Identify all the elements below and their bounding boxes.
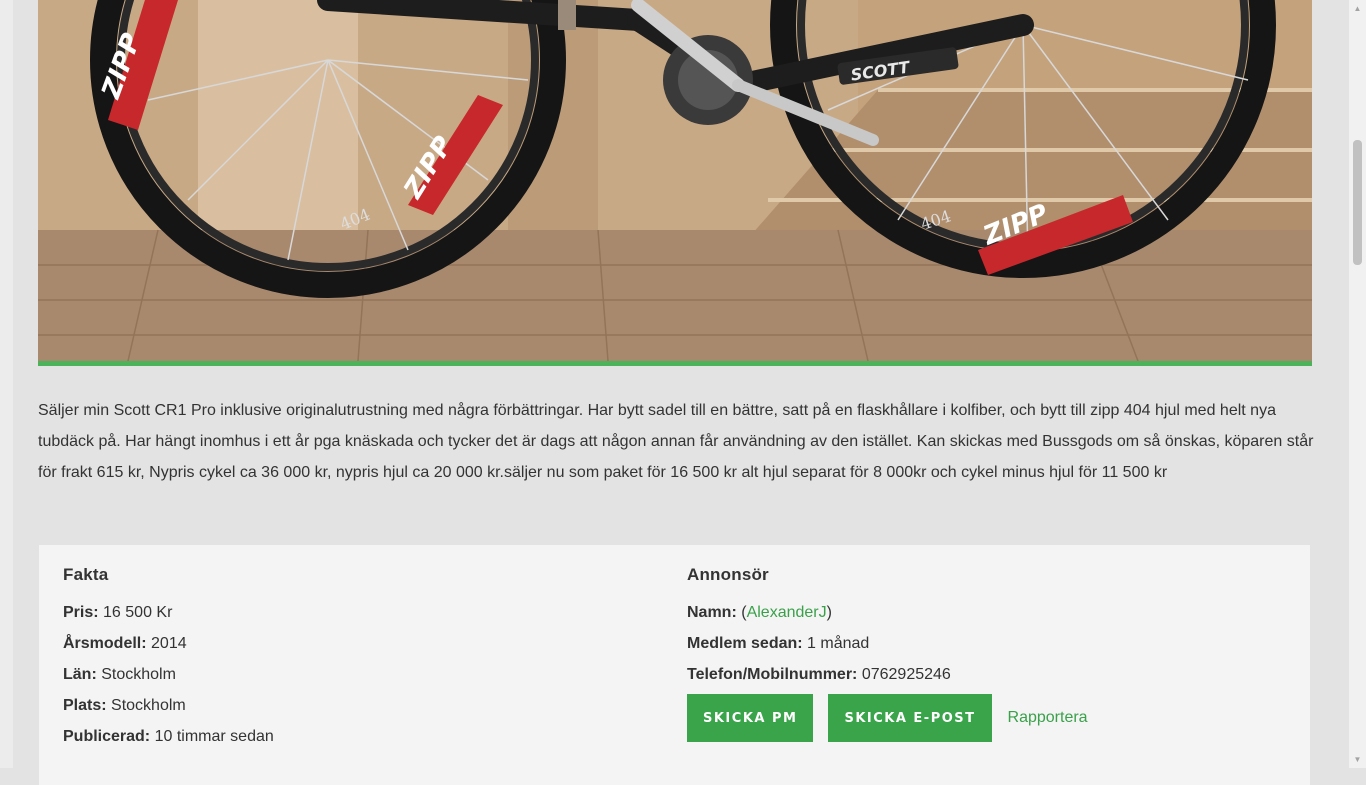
facts-column: Fakta Pris: 16 500 Kr Årsmodell: 2014 Lä… xyxy=(63,565,274,752)
photo-accent-bar xyxy=(38,361,1312,366)
scroll-down-arrow-icon[interactable]: ▼ xyxy=(1349,751,1366,768)
member-since-row: Medlem sedan: 1 månad xyxy=(687,635,870,652)
facts-heading: Fakta xyxy=(63,565,109,584)
county-value: Stockholm xyxy=(101,666,176,683)
vertical-scrollbar[interactable]: ▲ ▼ xyxy=(1349,0,1366,768)
advertiser-name-link[interactable]: AlexanderJ xyxy=(747,604,827,621)
left-gutter xyxy=(0,0,13,768)
published-value: 10 timmar sedan xyxy=(154,728,274,745)
place-value: Stockholm xyxy=(111,697,186,714)
advertiser-column: Annonsör Namn: (AlexanderJ) Medlem sedan… xyxy=(687,565,951,690)
send-email-button[interactable]: SKICKA E-POST xyxy=(828,694,992,742)
published-row: Publicerad: 10 timmar sedan xyxy=(63,728,274,745)
county-row: Län: Stockholm xyxy=(63,666,176,683)
scroll-thumb[interactable] xyxy=(1353,140,1362,265)
name-row: Namn: (AlexanderJ) xyxy=(687,604,832,621)
bike-photo-image: ZIPP ZIPP 404 ZIPP 404 SCOTT xyxy=(38,0,1312,361)
contact-actions: SKICKA PM SKICKA E-POST Rapportera xyxy=(687,694,1088,742)
ad-description: Säljer min Scott CR1 Pro inklusive origi… xyxy=(38,402,1314,481)
advertiser-heading: Annonsör xyxy=(687,565,769,584)
send-pm-button[interactable]: SKICKA PM xyxy=(687,694,814,742)
scroll-up-arrow-icon[interactable]: ▲ xyxy=(1349,0,1366,17)
report-link[interactable]: Rapportera xyxy=(1008,709,1088,727)
year-row: Årsmodell: 2014 xyxy=(63,635,187,652)
phone-value: 0762925246 xyxy=(861,666,951,683)
price-value: 16 500 Kr xyxy=(103,604,173,621)
phone-row: Telefon/Mobilnummer: 0762925246 xyxy=(687,666,951,683)
facts-panel: Fakta Pris: 16 500 Kr Årsmodell: 2014 Lä… xyxy=(39,545,1310,785)
member-since-value: 1 månad xyxy=(807,635,870,652)
price-row: Pris: 16 500 Kr xyxy=(63,604,173,621)
year-value: 2014 xyxy=(151,635,187,652)
bike-photo[interactable]: ZIPP ZIPP 404 ZIPP 404 SCOTT xyxy=(38,0,1312,361)
place-row: Plats: Stockholm xyxy=(63,697,186,714)
